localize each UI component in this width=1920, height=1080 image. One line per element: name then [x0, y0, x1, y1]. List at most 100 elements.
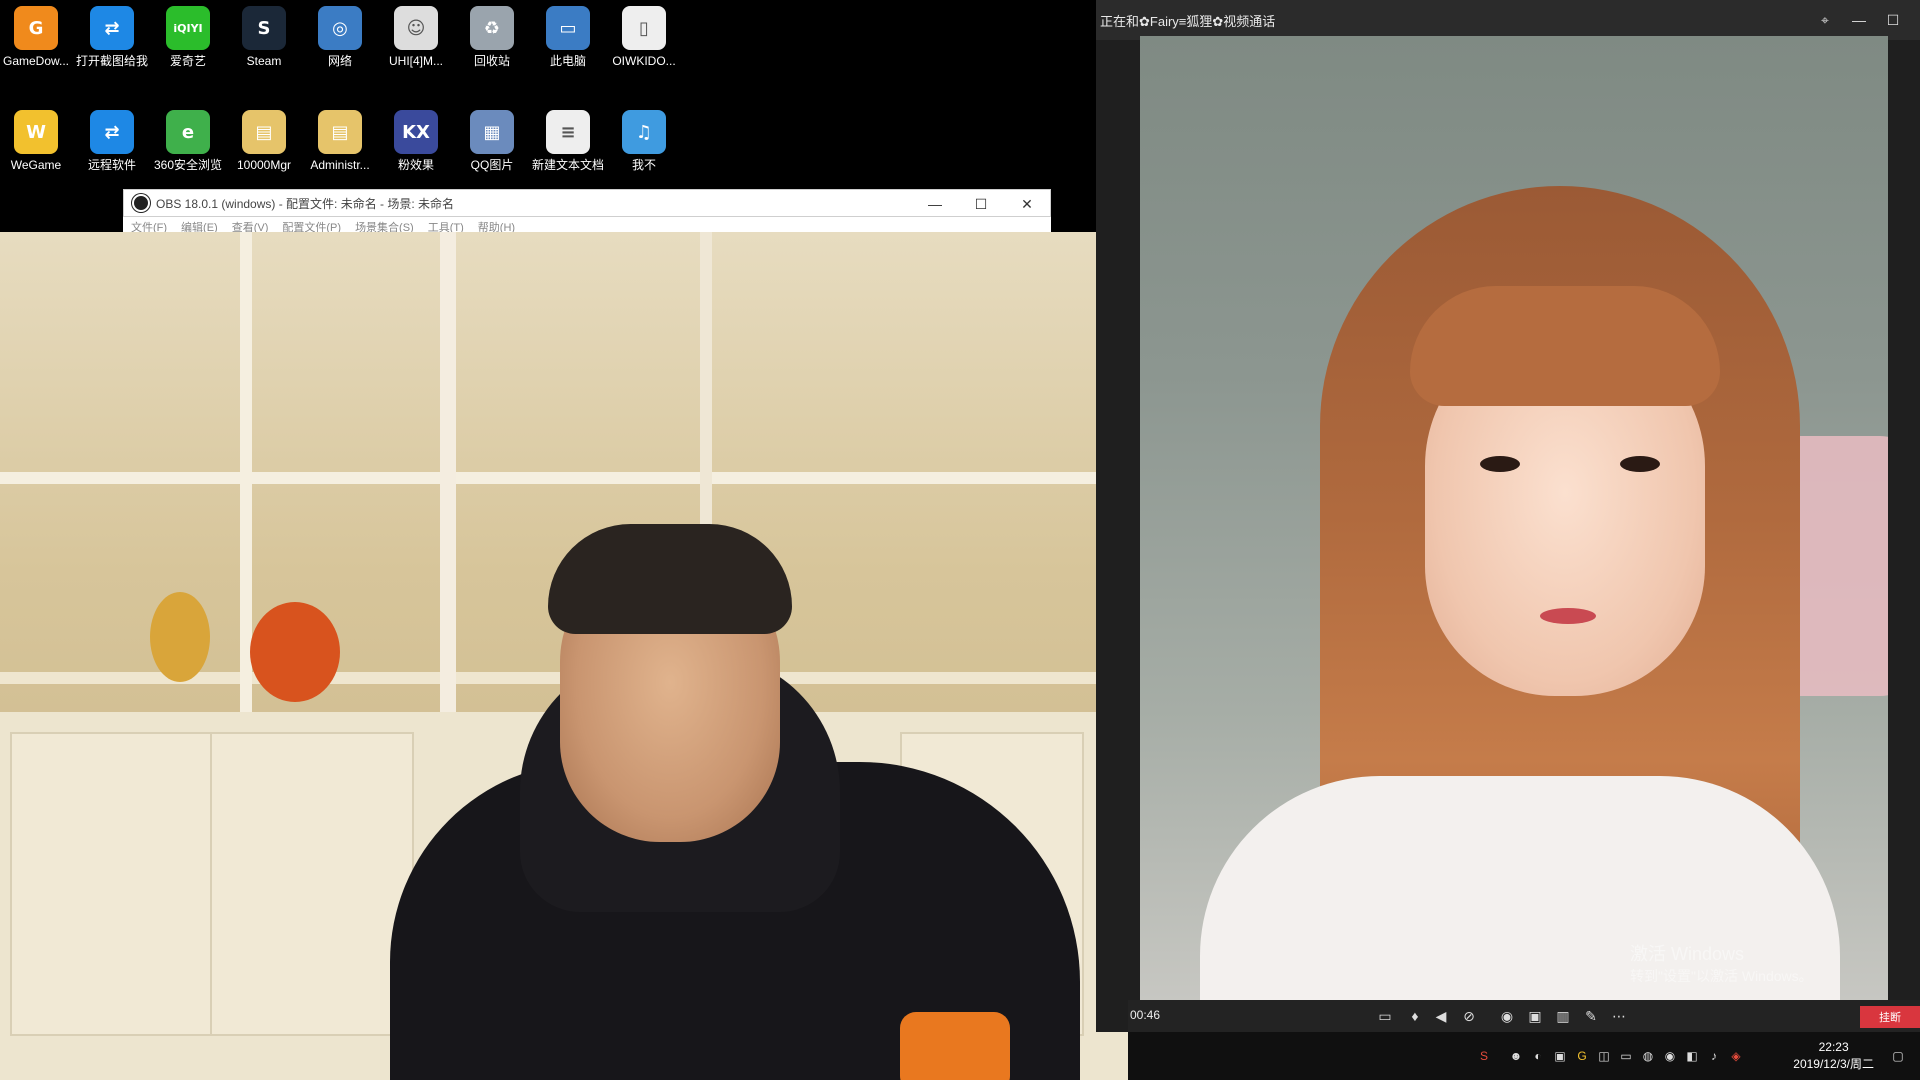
desktop-icon-r2-4[interactable]: ▤ Administr...	[304, 104, 376, 172]
minimize-icon[interactable]: —	[912, 190, 958, 218]
obs-menu-scene-collection[interactable]: 场景集合(S)	[355, 217, 414, 233]
close-icon[interactable]: ✕	[1004, 190, 1050, 218]
taskbar-clock[interactable]: 22:23 2019/12/3/周二	[1793, 1039, 1874, 1073]
app-icon: ⇄	[90, 6, 134, 50]
obs-menu-edit[interactable]: 编辑(E)	[181, 217, 218, 233]
more-icon[interactable]: ⋯	[1610, 1007, 1628, 1025]
obs-menu-tools[interactable]: 工具(T)	[428, 217, 464, 233]
desktop-icon-r2-1[interactable]: ⇄ 远程软件	[76, 104, 148, 172]
app-icon: ⇄	[90, 110, 134, 154]
desktop-icon-r2-8[interactable]: ♫ 我不	[608, 104, 680, 172]
desktop-icon-r2-6[interactable]: ▦ QQ图片	[456, 104, 528, 172]
maximize-icon[interactable]: ☐	[958, 190, 1004, 218]
edit-icon[interactable]: ✎	[1582, 1007, 1600, 1025]
desktop-icon-label: 我不	[631, 158, 656, 172]
tray-app2-icon[interactable]: ▣	[1552, 1048, 1568, 1064]
desktop-icon-label: WeGame	[10, 158, 62, 172]
desktop-icon-r2-3[interactable]: ▤ 10000Mgr	[228, 104, 300, 172]
teamviewer-tray-icon[interactable]: ◧	[1684, 1048, 1700, 1064]
desktop-icon-r1-5[interactable]: ☺ UHI[4]M...	[380, 0, 452, 68]
desktop-icon-r2-5[interactable]: KX 粉效果	[380, 104, 452, 172]
wegame-tray-icon[interactable]: G	[1574, 1048, 1590, 1064]
app-icon: ▦	[470, 110, 514, 154]
desktop-icon-r1-6[interactable]: ♻ 回收站	[456, 0, 528, 68]
desktop-icon-label: UHI[4]M...	[388, 54, 443, 68]
app-icon: ♫	[622, 110, 666, 154]
app-icon: ☺	[394, 6, 438, 50]
video-call-window: 正在和✿Fairy≡狐狸✿视频通话 ⌖ — ☐	[1096, 0, 1920, 1032]
app-icon: ≡	[546, 110, 590, 154]
desktop-icon-r1-1[interactable]: ⇄ 打开截图给我	[76, 0, 148, 68]
app-icon: ♻	[470, 6, 514, 50]
desktop-icon-label: GameDow...	[2, 54, 70, 68]
desktop-icon-label: Administr...	[310, 158, 370, 172]
layout-icon[interactable]: ▥	[1554, 1007, 1572, 1025]
app-icon: ▤	[242, 110, 286, 154]
network-icon[interactable]: ◍	[1640, 1048, 1656, 1064]
tray-app-icon[interactable]: ◐	[1530, 1048, 1546, 1064]
app-icon: S	[242, 6, 286, 50]
obs-menubar: 文件(F) 编辑(E) 查看(V) 配置文件(P) 场景集合(S) 工具(T) …	[123, 217, 1051, 233]
desktop-icon-label: 360安全浏览	[153, 158, 223, 172]
cabinet-door-mid	[210, 732, 414, 1036]
watermark-line1: 激活 Windows	[1630, 944, 1745, 964]
app-icon: ▯	[622, 6, 666, 50]
obs-menu-profile[interactable]: 配置文件(P)	[282, 217, 341, 233]
desktop-icon-label: Steam	[246, 54, 282, 68]
desktop-icon-label: 10000Mgr	[236, 158, 292, 172]
person-hair	[548, 524, 792, 634]
call-control-bar: 00:46 ▭ ♦ ◀ ⊘ ◉ ▣ ▥ ✎ ⋯ 挂断	[1128, 1000, 1920, 1032]
volume-icon[interactable]: ♪	[1706, 1048, 1722, 1064]
activate-windows-watermark: 激活 Windows 转到"设置"以激活 Windows。	[1630, 943, 1813, 987]
desktop-icon-r1-2[interactable]: iQIYI 爱奇艺	[152, 0, 224, 68]
desktop-icon-label: 远程软件	[87, 158, 136, 172]
qq-icon[interactable]: ☻	[1508, 1048, 1524, 1064]
cabinet-door-left	[10, 732, 214, 1036]
pin-icon[interactable]: ⌖	[1808, 0, 1842, 40]
girl-eye-left	[1480, 456, 1520, 472]
camera-off-icon[interactable]: ⊘	[1460, 1007, 1478, 1025]
app-icon: e	[166, 110, 210, 154]
record-icon[interactable]: ▣	[1526, 1007, 1544, 1025]
desktop-icon-label: 打开截图给我	[76, 54, 148, 68]
desktop-icon-label: 新建文本文档	[532, 158, 604, 172]
desktop-icon-r2-2[interactable]: e 360安全浏览	[152, 104, 224, 172]
girl-eye-right	[1620, 456, 1660, 472]
tray-app3-icon[interactable]: ◫	[1596, 1048, 1612, 1064]
watermark-line2: 转到"设置"以激活 Windows。	[1630, 968, 1813, 984]
desktop-icon-label: 此电脑	[549, 54, 586, 68]
desktop-icon-r2-7[interactable]: ≡ 新建文本文档	[532, 104, 604, 172]
webcam-preview	[0, 232, 1128, 1080]
call-title: 正在和✿Fairy≡狐狸✿视频通话	[1100, 13, 1276, 29]
desktop-icon-r1-0[interactable]: G GameDow...	[0, 0, 72, 68]
obs-menu-help[interactable]: 帮助(H)	[478, 217, 515, 233]
desktop-icon-r1-8[interactable]: ▯ OIWKIDO...	[608, 0, 680, 68]
weibo-icon[interactable]: ◈	[1728, 1048, 1744, 1064]
desktop-icon-r1-3[interactable]: S Steam	[228, 0, 300, 68]
desktop-icon-r2-0[interactable]: W WeGame	[0, 104, 72, 172]
maximize-icon[interactable]: ☐	[1876, 0, 1910, 40]
app-icon: ▤	[318, 110, 362, 154]
obs-menu-view[interactable]: 查看(V)	[232, 217, 269, 233]
obs-tray-icon[interactable]: ◉	[1662, 1048, 1678, 1064]
desktop-icon-label: 网络	[327, 54, 352, 68]
app-icon: W	[14, 110, 58, 154]
desktop-icon-label: QQ图片	[470, 158, 514, 172]
figurine-red	[250, 602, 340, 702]
obs-logo-icon	[132, 194, 150, 212]
notification-center-icon[interactable]: ▢	[1888, 1046, 1908, 1066]
microphone-icon[interactable]: ♦	[1406, 1007, 1424, 1025]
sogou-ime-icon[interactable]: S	[1476, 1048, 1492, 1064]
desktop-icon-r1-4[interactable]: ◎ 网络	[304, 0, 376, 68]
remote-video	[1140, 36, 1888, 1000]
screenshot-icon[interactable]: ◉	[1498, 1007, 1516, 1025]
desktop-icon-label: 回收站	[473, 54, 510, 68]
speaker-icon[interactable]: ◀	[1432, 1007, 1450, 1025]
tray-app4-icon[interactable]: ▭	[1618, 1048, 1634, 1064]
minimize-icon[interactable]: —	[1842, 0, 1876, 40]
desktop-icon-r1-7[interactable]: ▭ 此电脑	[532, 0, 604, 68]
figurine-gold	[150, 592, 210, 682]
obs-menu-file[interactable]: 文件(F)	[131, 217, 167, 233]
hangup-button[interactable]: 挂断	[1860, 1006, 1920, 1028]
chat-icon[interactable]: ▭	[1376, 1007, 1394, 1025]
